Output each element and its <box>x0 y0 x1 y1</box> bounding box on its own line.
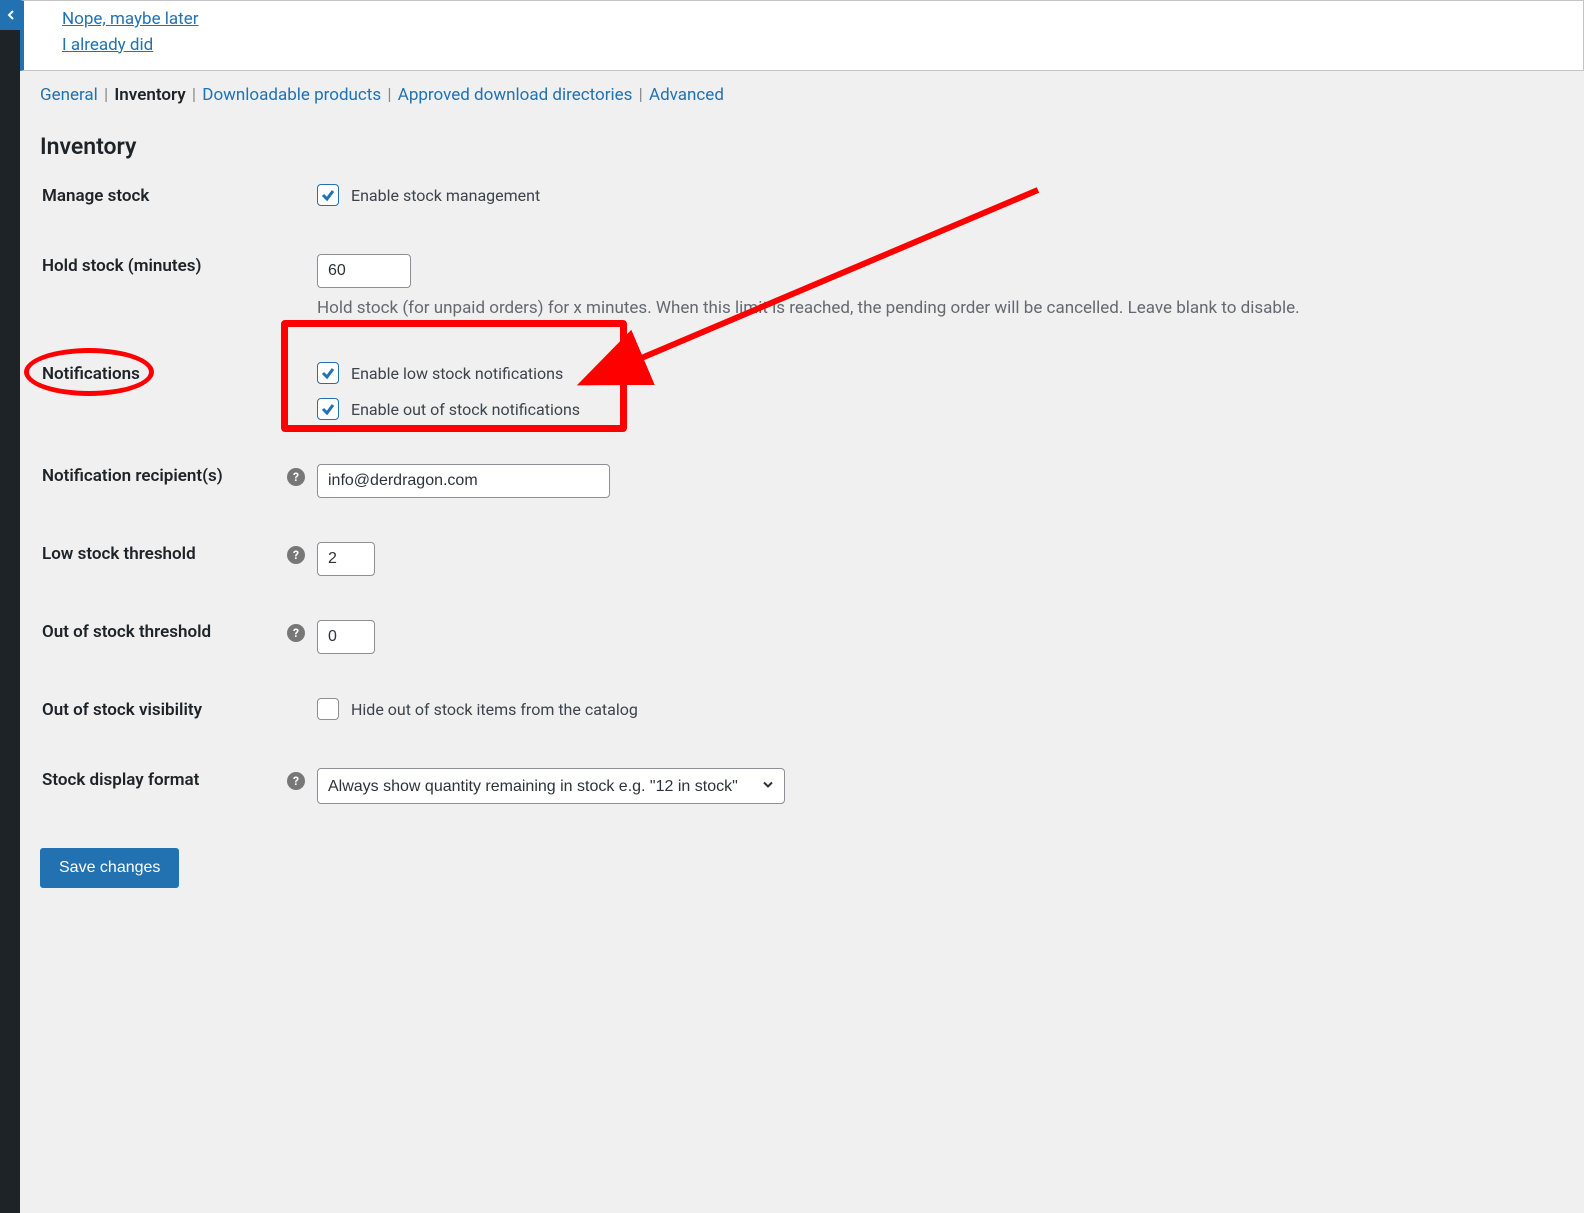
input-low-threshold[interactable] <box>317 542 375 576</box>
admin-notice: Nope, maybe later I already did <box>20 0 1584 71</box>
check-icon <box>321 188 335 202</box>
select-stock-display-format[interactable]: Always show quantity remaining in stock … <box>317 768 785 804</box>
desc-hold-stock: Hold stock (for unpaid orders) for x min… <box>317 298 1564 318</box>
checkbox-label-low-stock: Enable low stock notifications <box>351 364 563 383</box>
check-icon <box>321 366 335 380</box>
settings-subnav: General | Inventory | Downloadable produ… <box>20 71 1584 111</box>
label-manage-stock: Manage stock <box>40 184 287 206</box>
label-notifications: Notifications <box>42 364 140 384</box>
checkbox-low-stock-notifications[interactable] <box>317 362 339 384</box>
check-icon <box>321 402 335 416</box>
label-hold-stock: Hold stock (minutes) <box>40 254 287 276</box>
label-low-threshold: Low stock threshold <box>40 542 287 564</box>
chevron-left-icon <box>6 10 16 20</box>
label-out-threshold: Out of stock threshold <box>40 620 287 642</box>
help-icon[interactable]: ? <box>287 546 305 564</box>
section-title: Inventory <box>40 133 1564 160</box>
checkbox-label-manage-stock: Enable stock management <box>351 186 540 205</box>
help-icon[interactable]: ? <box>287 772 305 790</box>
help-icon[interactable]: ? <box>287 468 305 486</box>
admin-sidebar-strip <box>0 0 20 1213</box>
label-display-format: Stock display format <box>40 768 287 790</box>
subnav-approved[interactable]: Approved download directories <box>398 85 633 105</box>
notice-link-later[interactable]: Nope, maybe later <box>62 7 1571 33</box>
subnav-advanced[interactable]: Advanced <box>649 85 724 105</box>
input-hold-stock[interactable] <box>317 254 411 288</box>
subnav-inventory[interactable]: Inventory <box>114 85 185 105</box>
save-changes-button[interactable]: Save changes <box>40 848 179 888</box>
input-out-threshold[interactable] <box>317 620 375 654</box>
label-visibility: Out of stock visibility <box>40 698 287 720</box>
checkbox-hide-out-of-stock[interactable] <box>317 698 339 720</box>
checkbox-out-of-stock-notifications[interactable] <box>317 398 339 420</box>
subnav-general[interactable]: General <box>40 85 98 105</box>
sidebar-collapse-nub[interactable] <box>0 0 22 30</box>
subnav-downloadable[interactable]: Downloadable products <box>202 85 381 105</box>
help-icon[interactable]: ? <box>287 624 305 642</box>
content-wrap: Nope, maybe later I already did General … <box>20 0 1584 1213</box>
checkbox-enable-stock-management[interactable] <box>317 184 339 206</box>
notice-link-already[interactable]: I already did <box>62 33 1571 59</box>
checkbox-label-hide-out-of-stock: Hide out of stock items from the catalog <box>351 700 638 719</box>
label-notification-recipient: Notification recipient(s) <box>40 464 287 486</box>
input-notification-recipient[interactable] <box>317 464 610 498</box>
checkbox-label-out-of-stock: Enable out of stock notifications <box>351 400 580 419</box>
